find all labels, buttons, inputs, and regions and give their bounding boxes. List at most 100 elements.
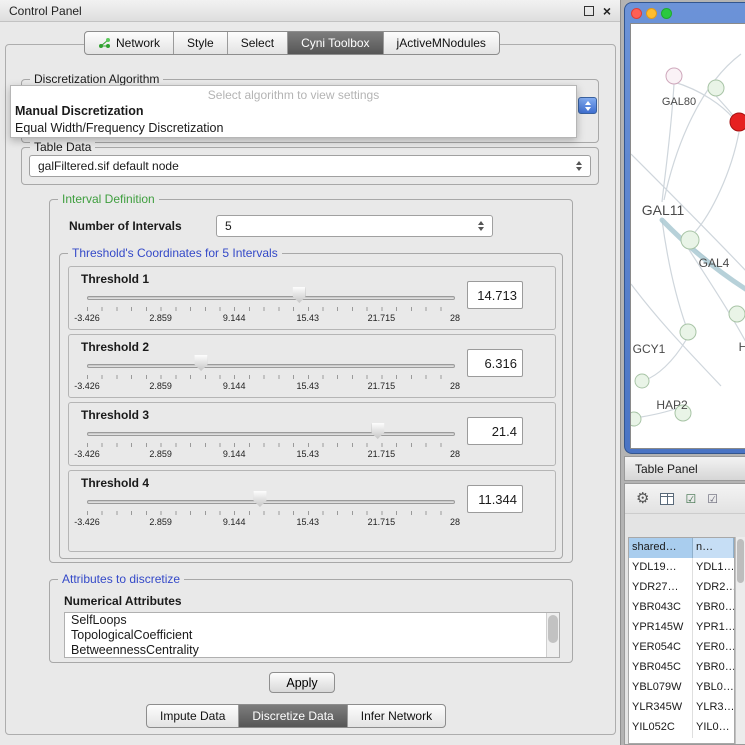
node-label-gal80: GAL80 xyxy=(662,96,696,108)
numerical-attributes-list: SelfLoops TopologicalCoefficient Between… xyxy=(64,612,560,658)
threshold-3-value-field[interactable]: 21.4 xyxy=(467,417,523,445)
threshold-4-slider[interactable]: -3.426 2.859 9.144 15.43 21.715 28 xyxy=(87,491,455,531)
table-header-row: shared… n… xyxy=(629,538,734,558)
threshold-label: Threshold 2 xyxy=(81,340,149,354)
algorithm-combo-stepper[interactable] xyxy=(578,97,597,114)
slider-ticks xyxy=(87,307,455,311)
tab-cyni-toolbox[interactable]: Cyni Toolbox xyxy=(287,32,382,54)
table-panel: ⚙ ☑ ☑ shared… n… YDL19…YDL1… YDR27…YDR2…… xyxy=(624,483,745,745)
network-nodes xyxy=(631,68,745,426)
float-window-icon[interactable] xyxy=(584,6,594,16)
combo-stepper-icon xyxy=(576,161,582,171)
zoom-traffic-light[interactable] xyxy=(661,8,672,19)
table-data-combo[interactable]: galFiltered.sif default node xyxy=(29,155,591,177)
close-traffic-light[interactable] xyxy=(631,8,642,19)
top-tab-bar: Network Style Select Cyni Toolbox jActiv… xyxy=(84,31,500,55)
threshold-2-value-field[interactable]: 6.316 xyxy=(467,349,523,377)
table-row[interactable]: YBL079WYBL0… xyxy=(629,678,734,698)
threshold-2-panel: Threshold 2 -3.426 2.859 9.144 15.43 21.… xyxy=(68,334,556,398)
node[interactable] xyxy=(680,324,696,340)
node-label-hap2: HAP2 xyxy=(656,398,688,412)
desktop: Control Panel × Network Style xyxy=(0,0,745,745)
minimize-traffic-light[interactable] xyxy=(646,8,657,19)
threshold-1-panel: Threshold 1 -3.426 2.859 9.144 15.43 21.… xyxy=(68,266,556,330)
table-row[interactable]: YDL19…YDL1… xyxy=(629,558,734,578)
table-row[interactable]: YER054CYER0… xyxy=(629,638,734,658)
dropdown-option-manual-discretization[interactable]: Manual Discretization xyxy=(11,103,576,120)
node[interactable] xyxy=(635,374,649,388)
tab-label: Select xyxy=(241,36,274,50)
threshold-3-slider[interactable]: -3.426 2.859 9.144 15.43 21.715 28 xyxy=(87,423,455,463)
slider-scale: -3.426 2.859 9.144 15.43 21.715 28 xyxy=(87,381,455,392)
table-row[interactable]: YBR043CYBR0… xyxy=(629,598,734,618)
table-row[interactable]: YIL052CYIL0… xyxy=(629,718,734,738)
number-of-intervals-spinner[interactable]: 5 xyxy=(216,215,493,237)
table-panel-header[interactable]: Table Panel xyxy=(624,456,745,481)
slider-thumb[interactable] xyxy=(253,491,266,507)
table-toolbar: ⚙ ☑ ☑ xyxy=(625,484,745,514)
tab-select[interactable]: Select xyxy=(227,32,287,54)
number-of-intervals-label: Number of Intervals xyxy=(69,219,182,233)
node-label-clipped: H xyxy=(739,340,745,354)
attributes-group: Attributes to discretize Numerical Attri… xyxy=(49,579,573,663)
select-columns-icon[interactable]: ☑ xyxy=(707,493,718,505)
apply-button[interactable]: Apply xyxy=(269,672,335,693)
group-title: Attributes to discretize xyxy=(58,572,184,586)
threshold-label: Threshold 1 xyxy=(81,272,149,286)
table-scrollbar[interactable] xyxy=(735,537,745,744)
slider-thumb[interactable] xyxy=(371,423,384,439)
table-row[interactable]: YBR045CYBR0… xyxy=(629,658,734,678)
dropdown-placeholder: Select algorithm to view settings xyxy=(11,88,576,103)
group-title: Threshold's Coordinates for 5 Intervals xyxy=(68,246,282,260)
table-row[interactable]: YPR145WYPR1… xyxy=(629,618,734,638)
threshold-4-panel: Threshold 4 -3.426 2.859 9.144 15.43 21.… xyxy=(68,470,556,552)
selected-node[interactable] xyxy=(730,113,745,131)
threshold-4-value-field[interactable]: 11.344 xyxy=(467,485,523,513)
node[interactable] xyxy=(708,80,724,96)
column-header-shared-name[interactable]: shared… xyxy=(629,538,693,558)
list-item[interactable]: TopologicalCoefficient xyxy=(65,628,559,643)
network-icon xyxy=(98,37,111,49)
table-panel-title: Table Panel xyxy=(635,462,698,476)
threshold-2-slider[interactable]: -3.426 2.859 9.144 15.43 21.715 28 xyxy=(87,355,455,395)
control-panel-titlebar: Control Panel × xyxy=(0,0,620,22)
table-row[interactable]: YLR345WYLR3… xyxy=(629,698,734,718)
tab-label: Impute Data xyxy=(160,709,225,723)
scrollbar-thumb[interactable] xyxy=(737,539,744,583)
tab-network[interactable]: Network xyxy=(85,32,173,54)
tab-impute-data[interactable]: Impute Data xyxy=(147,705,238,727)
numerical-attributes-label: Numerical Attributes xyxy=(64,594,182,608)
columns-icon[interactable] xyxy=(660,493,674,505)
node[interactable] xyxy=(729,306,745,322)
tab-discretize-data[interactable]: Discretize Data xyxy=(238,705,346,727)
spinner-stepper-icon xyxy=(478,221,484,231)
tab-infer-network[interactable]: Infer Network xyxy=(347,705,445,727)
scrollbar-thumb[interactable] xyxy=(548,615,558,643)
close-window-icon[interactable]: × xyxy=(603,6,611,16)
algorithm-dropdown-list: Select algorithm to view settings Manual… xyxy=(10,85,577,138)
threshold-1-slider[interactable]: -3.426 2.859 9.144 15.43 21.715 28 xyxy=(87,287,455,327)
threshold-1-value-field[interactable]: 14.713 xyxy=(467,281,523,309)
column-header-name[interactable]: n… xyxy=(693,538,734,558)
group-title: Interval Definition xyxy=(58,192,159,206)
node[interactable] xyxy=(631,412,641,426)
window-title: Control Panel xyxy=(9,4,584,18)
list-item[interactable]: BetweennessCentrality xyxy=(65,643,559,658)
select-all-icon[interactable]: ☑ xyxy=(685,493,696,505)
tab-jactivemnodules[interactable]: jActiveMNodules xyxy=(383,32,499,54)
slider-track xyxy=(87,364,455,368)
list-item[interactable]: SelfLoops xyxy=(65,613,559,628)
slider-thumb[interactable] xyxy=(195,355,208,371)
slider-thumb[interactable] xyxy=(293,287,306,303)
gear-icon[interactable]: ⚙ xyxy=(636,491,649,506)
node-label-gal11: GAL11 xyxy=(642,202,685,218)
attribute-table: shared… n… YDL19…YDL1… YDR27…YDR2… YBR04… xyxy=(628,537,735,744)
tab-style[interactable]: Style xyxy=(173,32,227,54)
list-scrollbar[interactable] xyxy=(546,613,559,657)
table-row[interactable]: YDR27…YDR2… xyxy=(629,578,734,598)
group-title: Discretization Algorithm xyxy=(30,72,163,86)
node[interactable] xyxy=(681,231,699,249)
node[interactable] xyxy=(666,68,682,84)
network-canvas[interactable]: GAL80 GAL11 GAL4 GCY1 HAP2 H xyxy=(630,23,745,449)
dropdown-option-equal-width-frequency[interactable]: Equal Width/Frequency Discretization xyxy=(11,120,576,137)
